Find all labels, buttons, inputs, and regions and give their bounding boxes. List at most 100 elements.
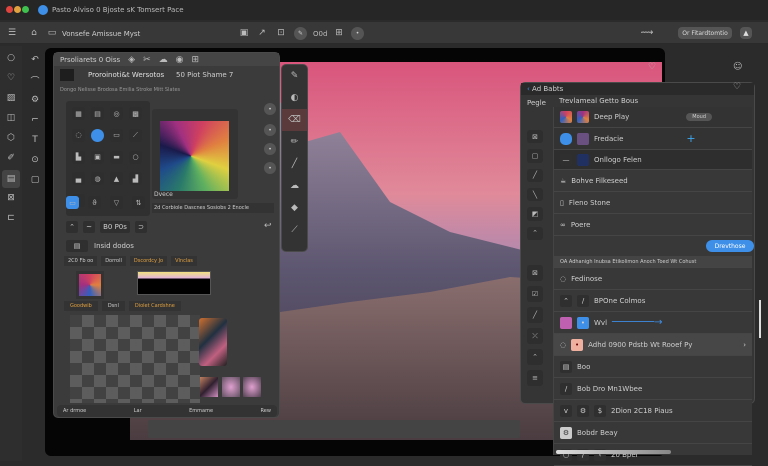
lasso-icon[interactable]: ⌒ [26, 70, 44, 90]
brush-preset[interactable]: ⟋ [129, 128, 142, 142]
list-item[interactable]: ◌ Fedinose [554, 268, 752, 290]
brush-tool-icon[interactable]: ✎ [282, 65, 307, 87]
transparency-grid[interactable] [70, 315, 200, 403]
tab-item[interactable]: Vlnclas [171, 256, 197, 266]
text-icon[interactable]: T [26, 130, 44, 150]
mode-button[interactable]: ▽ [110, 196, 123, 209]
texture-swatch[interactable] [200, 377, 218, 397]
option-dot[interactable]: • [264, 143, 276, 155]
minus-icon[interactable]: — [560, 153, 572, 166]
share-icon[interactable]: ↗ [256, 27, 268, 39]
link-icon[interactable]: ⟿ [638, 27, 656, 39]
brush-preset[interactable]: ▲ [110, 172, 123, 186]
brush-preset[interactable]: ○ [129, 150, 142, 164]
select-tool-icon[interactable]: ○ [5, 52, 17, 64]
arrow-slider[interactable]: ───────→ [612, 317, 663, 328]
footer-item[interactable]: Emmame [189, 408, 213, 414]
list-item[interactable]: ◌ • Adhd 0900 Pdstb Wt Rooef Py › [554, 334, 752, 356]
tab-item[interactable]: Dscordcy Jo [129, 256, 168, 266]
grid-small-icon[interactable]: ⊞ [192, 55, 200, 65]
cloud-icon[interactable]: ☁ [159, 55, 168, 65]
list-item[interactable]: Fredacie + [554, 128, 752, 150]
list-item[interactable]: ⌃ / BPOne Colmos [554, 290, 752, 312]
option-dot[interactable]: • [264, 103, 276, 115]
option-dot[interactable]: • [264, 124, 276, 136]
eraser-tool-icon[interactable]: ⌫ [282, 109, 307, 131]
brush-preset-selected[interactable] [91, 128, 104, 142]
document-icon[interactable]: ▭ [46, 27, 58, 39]
profile-button[interactable]: ▲ [740, 27, 752, 39]
brush-preset[interactable]: ▤ [91, 107, 104, 120]
close-window-button[interactable] [6, 6, 13, 13]
transform-tool-icon[interactable]: ⊠ [527, 130, 543, 144]
add-icon[interactable]: + [686, 132, 695, 145]
texture-swatch[interactable] [222, 377, 240, 397]
heart-icon[interactable]: ♡ [5, 72, 17, 84]
gradient-preview[interactable] [137, 271, 211, 295]
home-icon[interactable]: ⌂ [28, 27, 40, 39]
heart-right-icon[interactable]: ♡ [733, 82, 741, 92]
brush-preset[interactable]: ◍ [91, 172, 104, 186]
gear-icon[interactable]: ⚙ [26, 90, 44, 110]
list-item[interactable]: ▯ Fleno Stone [554, 192, 752, 214]
peak-tool-icon[interactable]: ⌃ [527, 349, 543, 365]
vertical-scrollbar[interactable] [759, 300, 761, 338]
transform-tool-icon[interactable]: ⊠ [527, 265, 543, 281]
text-tool-icon[interactable]: ≡ [527, 370, 543, 386]
action-button[interactable]: Or Fitardtomtio [678, 27, 732, 39]
mid-label[interactable]: Diolet Cardshne [128, 301, 181, 311]
user-icon[interactable]: • [351, 27, 364, 40]
stamp-icon[interactable]: ⊙ [26, 150, 44, 170]
menu-icon[interactable]: ☰ [6, 27, 18, 39]
frame-tool-icon[interactable]: ▢ [527, 149, 543, 163]
undo-icon[interactable]: ↶ [26, 50, 44, 70]
transform-icon[interactable]: ⊠ [5, 192, 17, 204]
peak-tool-icon[interactable]: ⌃ [527, 226, 543, 240]
primary-button[interactable]: Drevthose [706, 240, 754, 252]
cross-tool-icon[interactable]: ⤫ [527, 328, 543, 344]
minimize-window-button[interactable] [14, 6, 21, 13]
pencil-tool-icon[interactable]: ✏ [282, 131, 307, 153]
mask-tool-icon[interactable]: ◩ [527, 207, 543, 221]
mid-label[interactable]: Dsnl [101, 301, 125, 311]
maximize-window-button[interactable] [22, 6, 29, 13]
brush-preset[interactable]: ▣ [91, 150, 104, 164]
footer-item[interactable]: Ar drmoe [63, 408, 86, 414]
brush-preset[interactable]: ▩ [129, 107, 142, 120]
mode-button[interactable]: ϑ [88, 196, 101, 209]
controls-label[interactable]: B0 P0s [100, 221, 130, 233]
mode-button-active[interactable]: ▭ [66, 196, 79, 209]
clone-tool-icon[interactable]: ◐ [282, 87, 307, 109]
crop-small-icon[interactable]: ⌐ [26, 110, 44, 130]
gradient-tool-icon[interactable]: ⟋ [282, 219, 307, 241]
shape-icon[interactable]: ⬡ [5, 132, 17, 144]
list-item[interactable]: • Wvl ───────→ [554, 312, 752, 334]
image-tool-icon[interactable]: ▨ [5, 92, 17, 104]
layer-thumb-icon[interactable]: ▤ [66, 240, 88, 252]
brush-preset[interactable]: ▟ [129, 172, 142, 186]
brush-preset[interactable]: ◎ [110, 107, 123, 120]
crop-icon[interactable]: ⊡ [275, 27, 287, 39]
brush-preset[interactable]: ◌ [72, 128, 85, 142]
footer-item[interactable]: Lar [134, 408, 142, 414]
slash-tool-icon[interactable]: ╲ [527, 187, 543, 202]
tab-item[interactable]: Dorroll [101, 256, 126, 266]
option-dot[interactable]: • [264, 162, 276, 174]
texture-swatch[interactable] [243, 377, 261, 397]
row-tag[interactable]: Moud [686, 113, 712, 121]
smile-icon[interactable]: ☺ [733, 62, 742, 72]
brush-preset[interactable]: ▄ [72, 172, 85, 186]
footer-item[interactable]: Rew [261, 408, 271, 414]
adjust-icon[interactable]: ◫ [5, 112, 17, 124]
list-item[interactable]: ○ / ‹ 20 Bper [554, 444, 752, 466]
back-arrow-icon[interactable]: ↩ [264, 221, 272, 231]
horizontal-scrollbar[interactable] [556, 450, 671, 454]
check-tool-icon[interactable]: ☑ [527, 286, 543, 302]
image-icon[interactable]: ▣ [238, 27, 250, 39]
line-tool-icon[interactable]: ╱ [527, 307, 543, 323]
mode-button[interactable]: ⇅ [132, 196, 145, 209]
color-thumbnail[interactable] [76, 271, 104, 299]
color-wheel[interactable] [160, 121, 229, 191]
fill-tool-icon[interactable]: ◆ [282, 197, 307, 219]
pen-icon[interactable]: ✐ [5, 152, 17, 164]
